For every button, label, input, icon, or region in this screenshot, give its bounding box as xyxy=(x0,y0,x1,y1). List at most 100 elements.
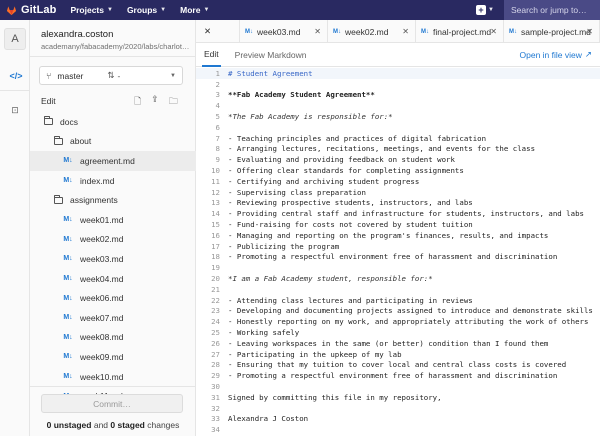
tree-file[interactable]: M↓ week09.md xyxy=(30,347,196,367)
tab-preview-markdown[interactable]: Preview Markdown xyxy=(233,43,309,67)
branch-selector[interactable]: ⑂ master ⇅ - ▼ xyxy=(39,66,183,85)
line-text: - Working safely xyxy=(228,328,300,338)
line-text: **Fab Academy Student Agreement** xyxy=(228,90,375,100)
close-icon[interactable]: ✕ xyxy=(586,27,593,36)
code-line: 4 xyxy=(196,100,600,111)
line-number: 4 xyxy=(215,101,220,111)
rail-divider xyxy=(0,90,30,91)
markdown-icon: M↓ xyxy=(421,28,429,35)
tab-overflow[interactable]: ✕ xyxy=(196,20,240,43)
new-folder-icon[interactable]: 🗀 xyxy=(169,94,178,110)
new-file-icon[interactable]: 🗋 xyxy=(134,94,141,110)
tab-week02[interactable]: M↓ week02.md ✕ xyxy=(328,20,416,43)
markdown-icon: M↓ xyxy=(63,275,73,283)
tree-file[interactable]: M↓ week03.md xyxy=(30,249,196,269)
code-line: 30 xyxy=(196,381,600,392)
tab-final-project[interactable]: M↓ final-project.md ✕ xyxy=(416,20,504,43)
close-icon[interactable]: ✕ xyxy=(490,27,497,36)
line-text: - Arranging lectures, recitations, meeti… xyxy=(228,144,536,154)
chevron-down-icon: ▼ xyxy=(106,7,113,13)
tree-item-label: week07.md xyxy=(80,312,124,323)
nav-projects[interactable]: Projects ▼ xyxy=(70,5,113,15)
tab-sample-project[interactable]: M↓ sample-project.md ✕ xyxy=(504,20,600,43)
tab-week03[interactable]: M↓ week03.md ✕ xyxy=(240,20,328,43)
gitlab-logo[interactable]: GitLab xyxy=(6,4,56,16)
line-number: 3 xyxy=(215,90,220,100)
folder-shape xyxy=(53,135,63,145)
line-number: 16 xyxy=(211,230,220,240)
line-text: - Leaving workspaces in the same (or bet… xyxy=(228,338,549,348)
line-number: 25 xyxy=(211,328,220,338)
markdown-icon: M↓ xyxy=(63,177,73,185)
code-line: 1 # Student Agreement xyxy=(196,68,600,79)
tree-item-label: week10.md xyxy=(80,371,124,382)
unstaged-count: 0 unstaged xyxy=(46,420,92,430)
code-line: 3 **Fab Academy Student Agreement** xyxy=(196,90,600,101)
tree-file[interactable]: M↓ week04.md xyxy=(30,269,196,289)
markdown-icon: M↓ xyxy=(245,28,253,35)
code-line: 29 - Promoting a respectful environment f… xyxy=(196,370,600,381)
commit-view-icon[interactable]: ⊡ xyxy=(0,100,30,120)
close-icon[interactable]: ✕ xyxy=(314,27,321,36)
tree-file[interactable]: M↓ week08.md xyxy=(30,328,196,348)
tree-file[interactable]: M↓ week10.md xyxy=(30,367,196,387)
line-number: 27 xyxy=(211,349,220,359)
line-text: - Attending class lectures and participa… xyxy=(228,295,473,305)
line-number: 9 xyxy=(215,155,220,165)
branch-name: master xyxy=(57,70,84,81)
close-icon[interactable]: ✕ xyxy=(204,26,211,37)
tree-item-label: docs xyxy=(60,116,78,127)
tree-folder[interactable]: about xyxy=(30,132,196,152)
tree-folder[interactable]: docs xyxy=(30,112,196,132)
line-number: 5 xyxy=(215,112,220,122)
code-line: 33 Alexandra J Coston xyxy=(196,414,600,425)
line-text: - Teaching principles and practices of d… xyxy=(228,133,487,143)
tree-file[interactable]: M↓ index.md xyxy=(30,171,196,191)
code-line: 15 - Fund-raising for costs not covered b… xyxy=(196,219,600,230)
new-item-button[interactable]: + ▼ xyxy=(476,5,494,15)
line-text: - Publicizing the program xyxy=(228,241,340,251)
code-line: 32 xyxy=(196,403,600,414)
plus-icon: + xyxy=(476,5,487,15)
code-line: 24 - Honestly reporting on my work, and a… xyxy=(196,316,600,327)
open-in-file-view-link[interactable]: Open in file view ↗ xyxy=(520,49,593,60)
nav-groups[interactable]: Groups ▼ xyxy=(127,5,166,15)
tree-folder[interactable]: assignments xyxy=(30,190,196,210)
nav-more[interactable]: More ▼ xyxy=(180,5,209,15)
commit-button[interactable]: Commit… xyxy=(41,394,183,413)
close-icon[interactable]: ✕ xyxy=(402,27,409,36)
tree-file[interactable]: M↓ agreement.md xyxy=(30,151,196,171)
line-text: Signed by committing this file in my rep… xyxy=(228,392,442,402)
project-avatar[interactable]: A xyxy=(4,28,26,50)
tree-file[interactable]: M↓ week06.md xyxy=(30,288,196,308)
markdown-icon: M↓ xyxy=(63,333,73,341)
line-text: - Honestly reporting on my work, and app… xyxy=(228,317,589,327)
code-line: 2 xyxy=(196,79,600,90)
tree-item-label: week06.md xyxy=(80,293,124,304)
search-input[interactable]: Search or jump to… xyxy=(504,0,600,20)
divider xyxy=(30,386,196,387)
tree-file[interactable]: M↓ week02.md xyxy=(30,230,196,250)
code-editor[interactable]: 1 # Student Agreement 2 3 **Fab Academy Stud… xyxy=(196,68,600,436)
line-number: 29 xyxy=(211,371,220,381)
line-text: - Developing and documenting projects as… xyxy=(228,306,593,316)
line-text: - Supervising class preparation xyxy=(228,187,366,197)
tree-file[interactable]: M↓ week07.md xyxy=(30,308,196,328)
tree-file[interactable]: M↓ week01.md xyxy=(30,210,196,230)
line-number: 33 xyxy=(211,414,220,424)
chevron-down-icon: ▼ xyxy=(203,7,210,13)
line-text: - Reviewing prospective students, instru… xyxy=(228,198,473,208)
line-text: - Offering clear standards for completin… xyxy=(228,166,464,176)
tab-label: week02.md xyxy=(345,26,389,37)
markdown-icon: M↓ xyxy=(63,294,73,302)
code-line: 19 xyxy=(196,262,600,273)
code-line: 13 - Reviewing prospective students, inst… xyxy=(196,198,600,209)
tree-item-label: week02.md xyxy=(80,234,124,245)
code-line: 34 xyxy=(196,424,600,435)
markdown-icon: M↓ xyxy=(509,28,517,35)
tab-edit[interactable]: Edit xyxy=(202,43,221,67)
code-icon[interactable]: </> xyxy=(0,66,30,86)
brand-text: GitLab xyxy=(21,4,57,16)
upload-icon[interactable]: ⇪ xyxy=(151,94,159,110)
project-name[interactable]: alexandra.coston xyxy=(41,29,113,40)
